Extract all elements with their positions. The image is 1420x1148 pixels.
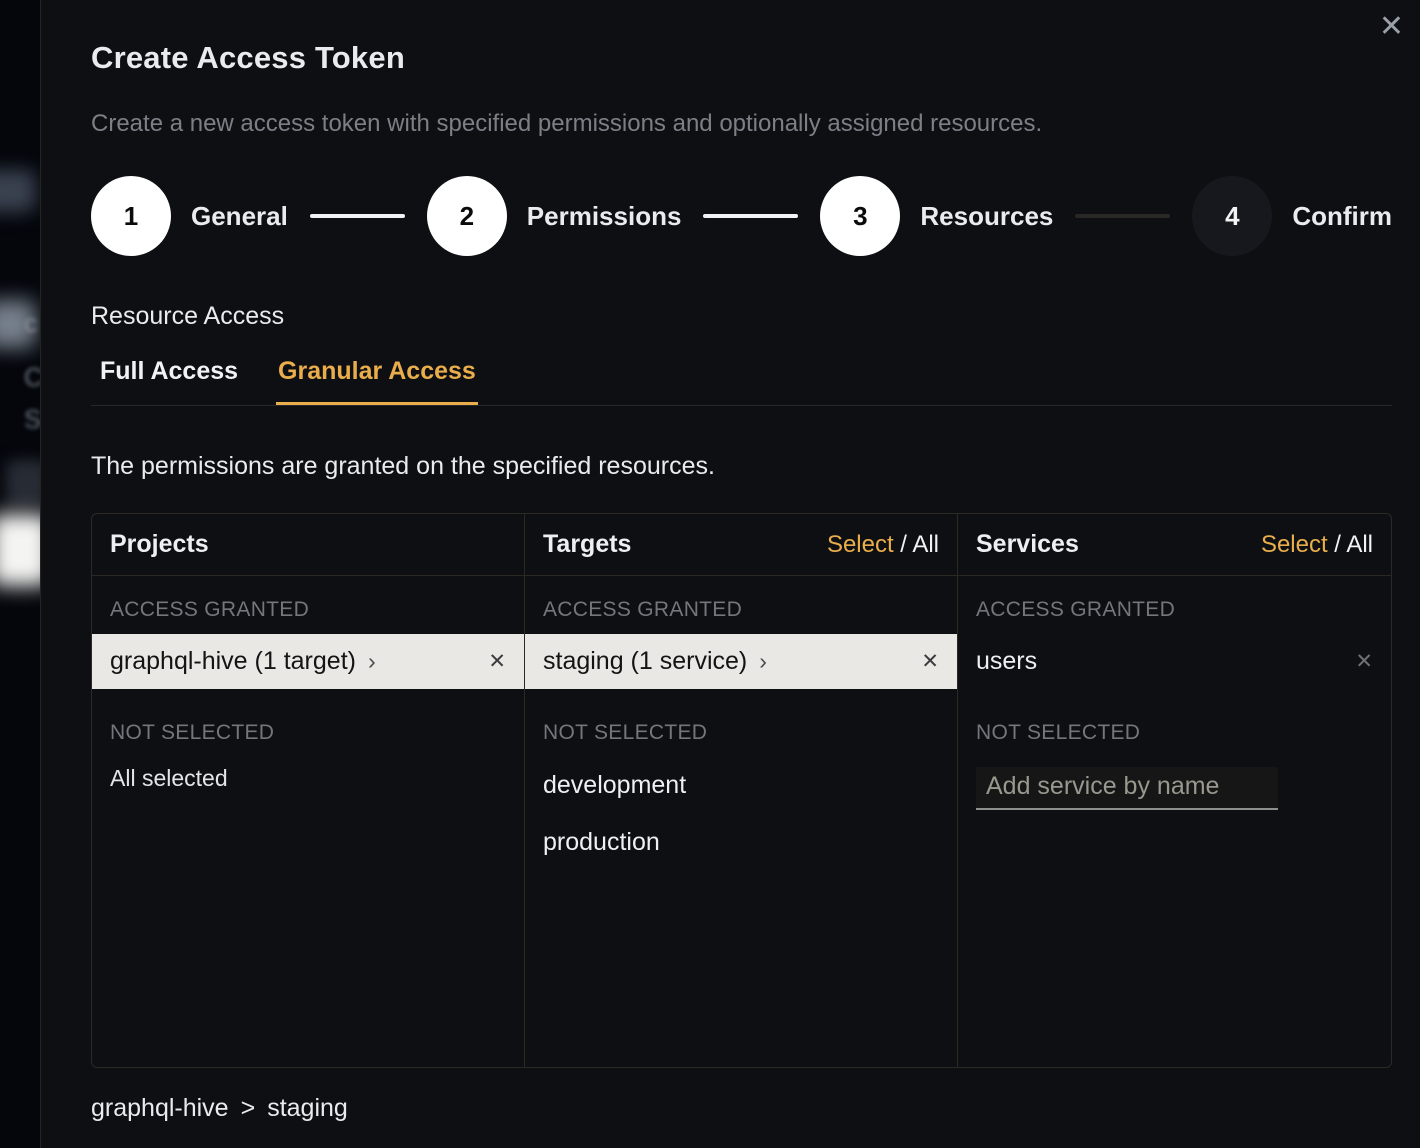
blurred-shape	[0, 170, 36, 212]
projects-column: Projects ACCESS GRANTED graphql-hive (1 …	[92, 514, 525, 1067]
step-confirm[interactable]: 4 Confirm	[1192, 176, 1392, 256]
not-selected-label: NOT SELECTED	[525, 689, 957, 757]
select-link[interactable]: Select	[827, 531, 894, 558]
step-connector	[1075, 214, 1170, 218]
dialog-subtitle: Create a new access token with specified…	[91, 110, 1392, 138]
column-title: Projects	[110, 530, 209, 559]
project-row-graphql-hive[interactable]: graphql-hive (1 target) › ✕	[92, 634, 524, 689]
resource-access-heading: Resource Access	[91, 302, 1392, 331]
chevron-right-icon: ›	[368, 648, 376, 675]
not-selected-label: NOT SELECTED	[958, 689, 1391, 757]
all-link[interactable]: All	[912, 531, 939, 558]
project-row-label: graphql-hive (1 target)	[110, 647, 356, 676]
remove-icon[interactable]: ✕	[488, 649, 506, 674]
slash-separator: /	[894, 531, 913, 558]
step-connector	[310, 214, 405, 218]
breadcrumb-separator: >	[241, 1094, 256, 1123]
step-label: General	[191, 201, 288, 232]
close-icon[interactable]: ✕	[1379, 12, 1404, 42]
step-number: 3	[820, 176, 900, 256]
targets-column-header: Targets Select / All	[525, 514, 957, 576]
blurred-text-fragment: c	[24, 308, 37, 339]
blurred-shape	[6, 460, 41, 506]
breadcrumb-project[interactable]: graphql-hive	[91, 1094, 229, 1123]
step-label: Permissions	[527, 201, 682, 232]
breadcrumb: graphql-hive > staging	[91, 1094, 1392, 1123]
projects-column-header: Projects	[92, 514, 524, 576]
create-access-token-dialog: ✕ Create Access Token Create a new acces…	[40, 0, 1420, 1148]
target-row-staging[interactable]: staging (1 service) › ✕	[525, 634, 957, 689]
step-number: 4	[1192, 176, 1272, 256]
slash-separator: /	[1328, 531, 1347, 558]
underlying-page-backdrop: c C S	[0, 0, 41, 1148]
target-row-label: staging (1 service)	[543, 647, 747, 676]
tab-granular-access[interactable]: Granular Access	[276, 347, 478, 405]
column-title: Targets	[543, 530, 631, 559]
target-row-development[interactable]: development	[525, 757, 957, 814]
services-column-header: Services Select / All	[958, 514, 1391, 576]
select-link[interactable]: Select	[1261, 531, 1328, 558]
column-title: Services	[976, 530, 1079, 559]
select-all-controls: Select / All	[1261, 531, 1373, 559]
not-selected-label: NOT SELECTED	[92, 689, 524, 757]
step-number: 2	[427, 176, 507, 256]
dialog-title: Create Access Token	[91, 0, 1392, 76]
blurred-shape	[0, 514, 41, 586]
step-number: 1	[91, 176, 171, 256]
step-label: Resources	[920, 201, 1053, 232]
step-resources[interactable]: 3 Resources	[820, 176, 1053, 256]
breadcrumb-target[interactable]: staging	[267, 1094, 348, 1123]
stepper: 1 General 2 Permissions 3 Resources 4 Co…	[91, 176, 1392, 256]
blurred-text-fragment: C	[24, 362, 41, 393]
all-link[interactable]: All	[1346, 531, 1373, 558]
step-general[interactable]: 1 General	[91, 176, 288, 256]
access-granted-label: ACCESS GRANTED	[92, 576, 524, 634]
step-permissions[interactable]: 2 Permissions	[427, 176, 682, 256]
remove-icon[interactable]: ✕	[921, 649, 939, 674]
chevron-right-icon: ›	[759, 648, 767, 675]
step-connector	[703, 214, 798, 218]
add-service-input[interactable]	[976, 767, 1278, 810]
access-mode-tabs: Full Access Granular Access	[91, 347, 1392, 406]
select-all-controls: Select / All	[827, 531, 939, 559]
permissions-description: The permissions are granted on the speci…	[91, 452, 1392, 481]
all-selected-note: All selected	[92, 757, 524, 800]
targets-column: Targets Select / All ACCESS GRANTED stag…	[525, 514, 958, 1067]
service-row-users[interactable]: users ✕	[958, 634, 1391, 689]
access-granted-label: ACCESS GRANTED	[525, 576, 957, 634]
step-label: Confirm	[1292, 201, 1392, 232]
remove-icon[interactable]: ✕	[1355, 649, 1373, 674]
target-row-production[interactable]: production	[525, 814, 957, 871]
access-granted-label: ACCESS GRANTED	[958, 576, 1391, 634]
service-row-label: users	[976, 647, 1037, 676]
blurred-text-fragment: S	[24, 404, 41, 435]
resource-selection-table: Projects ACCESS GRANTED graphql-hive (1 …	[91, 513, 1392, 1068]
tab-full-access[interactable]: Full Access	[98, 347, 240, 405]
services-column: Services Select / All ACCESS GRANTED use…	[958, 514, 1391, 1067]
